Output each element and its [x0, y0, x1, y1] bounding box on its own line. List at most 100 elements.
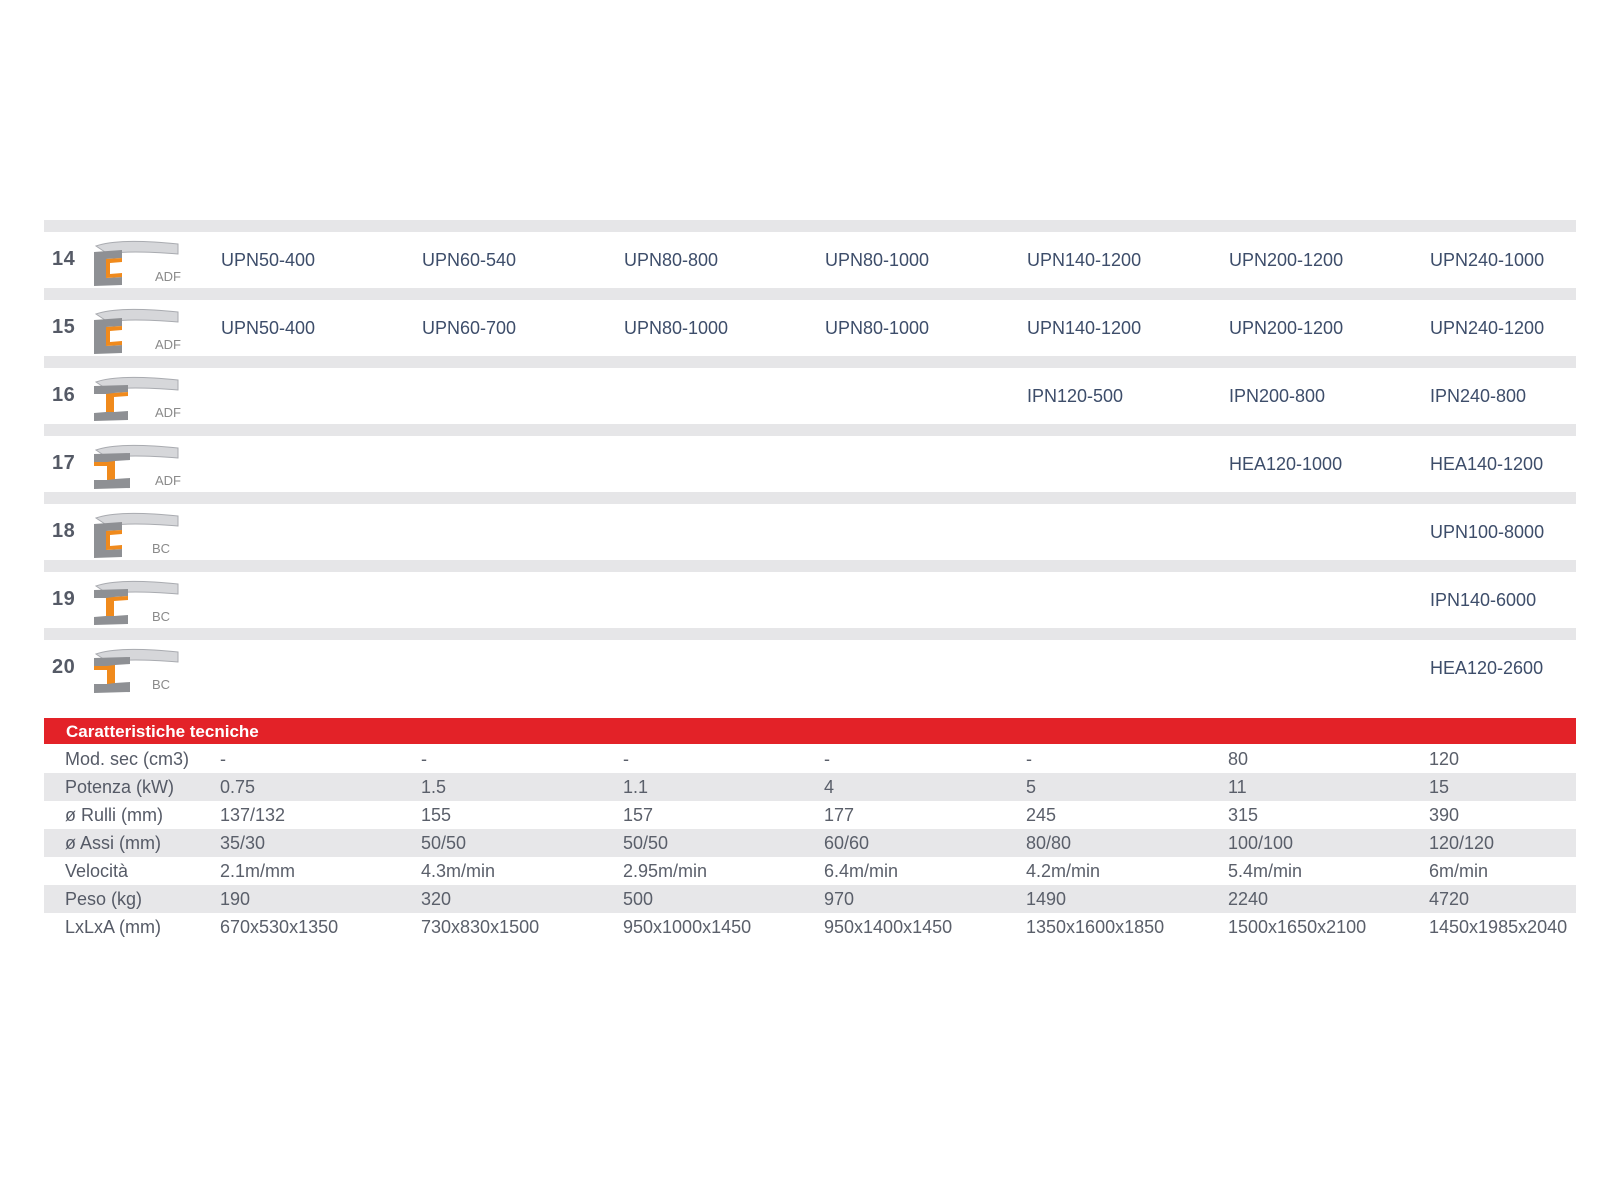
tech-value: 245 [1026, 805, 1057, 825]
tech-value: 5.4m/min [1228, 861, 1303, 881]
profile-capacity: UPN50-400 [221, 250, 316, 270]
profile-row: 20 BC HEA120-2600 [44, 640, 1576, 696]
tech-value: 670x530x1350 [220, 917, 339, 937]
tech-value: 1.5 [421, 777, 447, 797]
tech-value: - [623, 749, 629, 769]
tech-value: 80/80 [1026, 833, 1072, 853]
tech-value: 4720 [1429, 889, 1470, 909]
profile-number: 15 [52, 316, 76, 338]
tech-label: Velocità [65, 861, 129, 881]
tech-value: - [1026, 749, 1032, 769]
tech-value: 4.2m/min [1026, 861, 1101, 881]
profile-capacity: IPN200-800 [1229, 386, 1326, 406]
row-separator [44, 424, 1576, 436]
tech-section-header: Caratteristiche tecniche [44, 718, 1576, 744]
profile-number: 16 [52, 384, 76, 406]
tech-value: 390 [1429, 805, 1460, 825]
row-separator [44, 628, 1576, 640]
profile-number: 18 [52, 520, 76, 542]
tech-value: 2.95m/min [623, 861, 708, 881]
profile-tag: ADF [155, 473, 181, 488]
tech-value: 970 [824, 889, 855, 909]
profile-capacity: UPN60-540 [422, 250, 517, 270]
profile-capacity: HEA120-2600 [1430, 658, 1544, 678]
profile-capacity: UPN140-1200 [1027, 250, 1142, 270]
tech-row: Peso (kg) 190 320 500 970 1490 2240 4720 [44, 885, 1576, 913]
profile-row: 17 ADF HEA120-1000 HEA140-1200 [44, 436, 1576, 492]
tech-value: 315 [1228, 805, 1259, 825]
profile-tag: ADF [155, 269, 181, 284]
spec-sheet: 14 ADF UPN50-400 UPN60-540 UPN80-800 UPN80-10… [0, 0, 1600, 1200]
profile-capacity: UPN80-800 [624, 250, 719, 270]
tech-value: 11 [1228, 777, 1247, 797]
profile-capacity: UPN80-1000 [825, 318, 930, 338]
tech-value: 500 [623, 889, 654, 909]
tech-value: - [220, 749, 226, 769]
tech-row: Velocità 2.1m/mm 4.3m/min 2.95m/min 6.4m/min… [44, 857, 1576, 885]
profile-capacity: HEA140-1200 [1430, 454, 1544, 474]
tech-value: 950x1000x1450 [623, 917, 752, 937]
tech-value: 15 [1429, 777, 1450, 797]
tech-value: 1350x1600x1850 [1026, 917, 1165, 937]
tech-label: Peso (kg) [65, 889, 143, 909]
profile-tag: ADF [155, 405, 181, 420]
tech-value: 190 [220, 889, 251, 909]
tech-value: 950x1400x1450 [824, 917, 953, 937]
profile-capacity: IPN240-800 [1430, 386, 1527, 406]
tech-table: Mod. sec (cm3) - - - - - 80 120 Potenza (kW) 0.75… [44, 745, 1576, 941]
tech-value: - [421, 749, 427, 769]
tech-value: 60/60 [824, 833, 870, 853]
profile-capacity: IPN140-6000 [1430, 590, 1537, 610]
tech-value: 730x830x1500 [421, 917, 540, 937]
profile-row: 14 ADF UPN50-400 UPN60-540 UPN80-800 UPN80-10… [44, 232, 1576, 288]
tech-value: 50/50 [623, 833, 669, 853]
tech-value: 320 [421, 889, 452, 909]
profile-capacity: UPN80-1000 [624, 318, 729, 338]
tech-value: 4 [824, 777, 835, 797]
tech-label: Mod. sec (cm3) [65, 749, 190, 769]
tech-value: 2.1m/mm [220, 861, 296, 881]
profile-row: 16 ADF IPN120-500 IPN200-800 IPN240-800 [44, 368, 1576, 424]
tech-value: 80 [1228, 749, 1249, 769]
profile-capacity: UPN140-1200 [1027, 318, 1142, 338]
profile-row: 19 BC IPN140-6000 [44, 572, 1576, 628]
profile-number: 20 [52, 656, 76, 678]
profile-capacity: UPN50-400 [221, 318, 316, 338]
profile-tag: BC [152, 541, 171, 556]
tech-value: 137/132 [220, 805, 286, 825]
tech-value: 1450x1985x2040 [1429, 917, 1568, 937]
tech-value: - [824, 749, 830, 769]
tech-row: ø Rulli (mm) 137/132 155 157 177 245 315 390 [44, 801, 1576, 829]
tech-label: Potenza (kW) [65, 777, 175, 797]
profile-capacity: UPN80-1000 [825, 250, 930, 270]
tech-value: 1500x1650x2100 [1228, 917, 1367, 937]
tech-value: 1490 [1026, 889, 1067, 909]
profile-tag: BC [152, 677, 171, 692]
tech-value: 1.1 [623, 777, 649, 797]
row-separator [44, 288, 1576, 300]
tech-value: 0.75 [220, 777, 256, 797]
tech-value: 155 [421, 805, 452, 825]
profile-table: 14 ADF UPN50-400 UPN60-540 UPN80-800 UPN80-10… [44, 220, 1576, 696]
tech-value: 157 [623, 805, 654, 825]
tech-value: 6m/min [1429, 861, 1489, 881]
tech-value: 4.3m/min [421, 861, 496, 881]
tech-value: 35/30 [220, 833, 266, 853]
row-separator [44, 220, 1576, 232]
tech-value: 6.4m/min [824, 861, 899, 881]
profile-tag: ADF [155, 337, 181, 352]
tech-value: 5 [1026, 777, 1037, 797]
tech-row: ø Assi (mm) 35/30 50/50 50/50 60/60 80/80 100/… [44, 829, 1576, 857]
profile-capacity: UPN100-8000 [1430, 522, 1545, 542]
profile-number: 14 [52, 248, 76, 270]
tech-value: 100/100 [1228, 833, 1294, 853]
profile-number: 19 [52, 588, 76, 610]
profile-capacity: UPN240-1000 [1430, 250, 1545, 270]
profile-capacity: UPN200-1200 [1229, 250, 1344, 270]
profile-capacity: HEA120-1000 [1229, 454, 1343, 474]
row-separator [44, 356, 1576, 368]
row-separator [44, 560, 1576, 572]
tech-label: LxLxA (mm) [65, 917, 162, 937]
tech-value: 177 [824, 805, 855, 825]
tech-value: 50/50 [421, 833, 467, 853]
